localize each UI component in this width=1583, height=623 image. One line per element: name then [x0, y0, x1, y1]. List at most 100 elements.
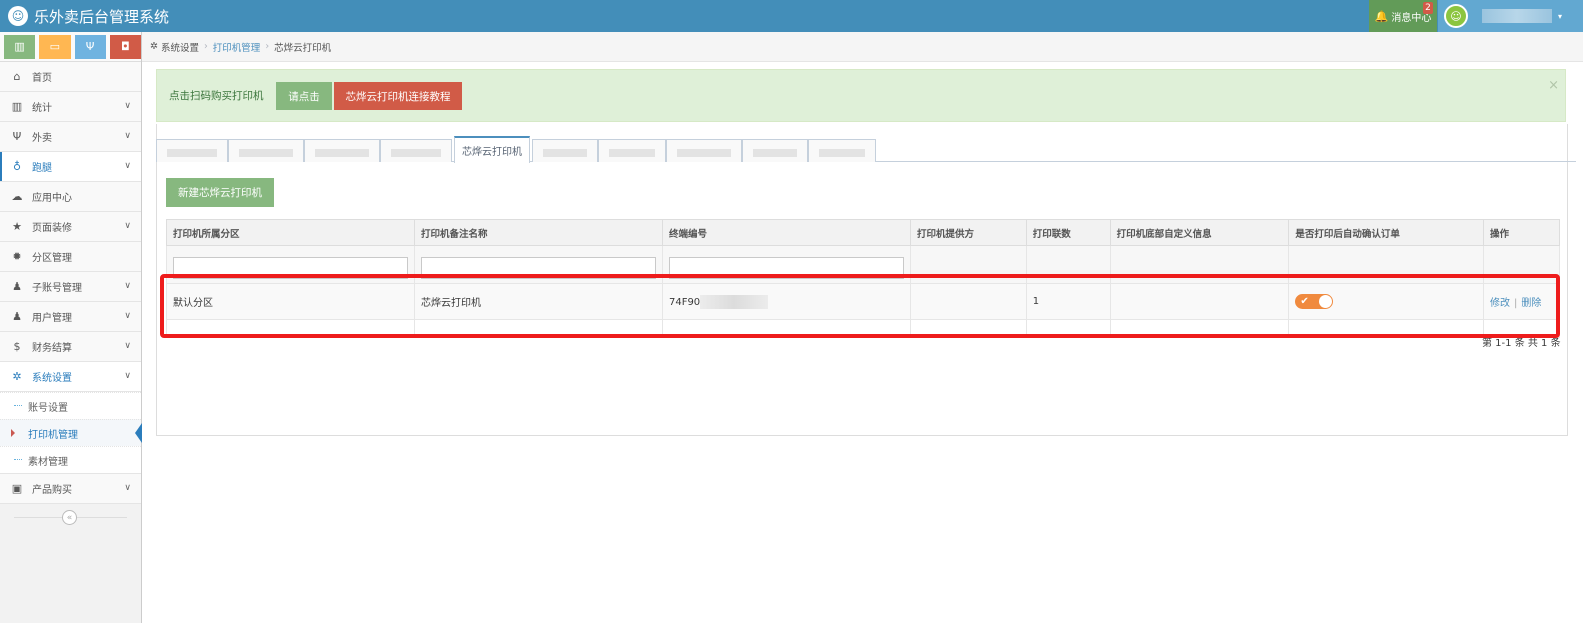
- sidebar-item-label: 分区管理: [32, 253, 72, 264]
- app-title: 乐外卖后台管理系统: [34, 7, 170, 26]
- tab-redacted-9[interactable]: [808, 139, 876, 162]
- home-icon: ⌂: [13, 70, 21, 83]
- sidebar-item-label: 外卖: [32, 133, 52, 144]
- sidebar-item-label: 子账号管理: [32, 283, 82, 294]
- bell-icon: 🔔: [1374, 9, 1389, 23]
- sidebar-item-label: 用户管理: [32, 313, 72, 324]
- sidebar-collapse-bar: «: [0, 504, 141, 530]
- message-count-badge: 2: [1423, 2, 1433, 14]
- printer-tabs: 芯烨云打印机: [156, 126, 1576, 163]
- shopping-bag-icon[interactable]: ◘: [109, 34, 141, 59]
- submenu-item-account-settings[interactable]: 账号设置: [0, 392, 141, 419]
- system-settings-submenu: 账号设置 打印机管理 素材管理: [0, 392, 142, 474]
- submenu-item-printer-mgmt[interactable]: 打印机管理: [0, 419, 142, 446]
- chevron-down-icon: ∨: [124, 371, 131, 381]
- tab-xinye-cloud-printer[interactable]: 芯烨云打印机: [454, 136, 530, 163]
- sidebar-item-label: 页面装修: [32, 223, 72, 234]
- sidebar-item-takeout[interactable]: Ψ 外卖 ∨: [0, 122, 141, 152]
- bar-chart-icon[interactable]: ▥: [4, 34, 36, 59]
- chevron-down-icon: ∨: [124, 221, 131, 231]
- sidebar-item-errand[interactable]: ♁ 跑腿 ∨: [0, 152, 141, 182]
- tab-redacted-4[interactable]: [380, 139, 452, 162]
- tab-redacted-3[interactable]: [304, 139, 380, 162]
- submenu-item-materials[interactable]: 素材管理: [0, 446, 141, 473]
- new-printer-button[interactable]: 新建芯烨云打印机: [166, 178, 274, 207]
- sidebar-item-system-settings[interactable]: ✲ 系统设置 ∨: [0, 362, 141, 392]
- cog-icon: ✲: [150, 41, 158, 52]
- dotted-line: [14, 459, 22, 460]
- col-copies[interactable]: 打印联数: [1025, 219, 1111, 246]
- tab-redacted-1[interactable]: [156, 139, 228, 162]
- dotted-line: [14, 405, 22, 406]
- col-actions: 操作: [1483, 219, 1560, 246]
- main-content: 点击扫码购买打印机 请点击 芯烨云打印机连接教程 × 芯烨云打印机 新建芯烨云打…: [142, 62, 1583, 623]
- sidebar-item-label: 统计: [32, 103, 52, 114]
- active-pointer-icon: [135, 423, 142, 443]
- col-provider[interactable]: 打印机提供方: [909, 219, 1027, 246]
- col-footer[interactable]: 打印机底部自定义信息: [1109, 219, 1290, 246]
- highlight-box: [160, 274, 1560, 338]
- user-menu[interactable]: ☺ ▾: [1438, 0, 1583, 32]
- chevron-down-icon: ▾: [1558, 11, 1563, 21]
- col-auto-confirm[interactable]: 是否打印后自动确认订单: [1288, 219, 1485, 246]
- tutorial-button[interactable]: 芯烨云打印机连接教程: [334, 82, 462, 110]
- message-center-button[interactable]: 🔔 消息中心 2: [1369, 0, 1437, 32]
- tab-redacted-5[interactable]: [532, 139, 598, 162]
- chevron-down-icon: ∨: [124, 483, 131, 493]
- user-icon: ♟: [12, 280, 22, 293]
- breadcrumb: ✲ 系统设置 › 打印机管理 › 芯烨云打印机: [142, 32, 1583, 62]
- sidebar-item-label: 财务结算: [32, 343, 72, 354]
- sidebar-item-user-mgmt[interactable]: ♟ 用户管理 ∨: [0, 302, 141, 332]
- tab-redacted-8[interactable]: [742, 139, 808, 162]
- chevron-down-icon: ∨: [124, 281, 131, 291]
- cutlery-icon[interactable]: Ψ: [74, 34, 106, 59]
- users-icon: ♟: [12, 310, 22, 323]
- col-name[interactable]: 打印机备注名称: [413, 219, 663, 246]
- sidebar-item-finance[interactable]: $ 财务结算 ∨: [0, 332, 141, 362]
- sidebar-item-sub-account[interactable]: ♟ 子账号管理 ∨: [0, 272, 141, 302]
- desktop-icon[interactable]: ▭: [39, 34, 71, 59]
- breadcrumb-current: 芯烨云打印机: [274, 42, 332, 54]
- redaction-mask: [426, 126, 926, 134]
- sidebar-item-home[interactable]: ⌂ 首页: [0, 62, 141, 92]
- bar-chart-icon: ▥: [11, 100, 23, 113]
- breadcrumb-home[interactable]: 系统设置: [161, 40, 199, 54]
- sidebar-item-product-purchase[interactable]: ▣ 产品购买 ∨: [0, 474, 141, 504]
- brand[interactable]: ☺ 乐外卖后台管理系统: [8, 4, 169, 28]
- click-here-button[interactable]: 请点击: [276, 82, 332, 110]
- col-code[interactable]: 终端编号: [661, 219, 911, 246]
- double-chevron-left-icon[interactable]: «: [62, 510, 77, 525]
- avatar: ☺: [1444, 4, 1468, 28]
- table-header-row: 打印机所属分区 打印机备注名称 终端编号 打印机提供方 打印联数 打印机底部自定…: [166, 219, 1560, 246]
- close-icon[interactable]: ×: [1548, 78, 1559, 93]
- caret-right-icon: [11, 429, 15, 437]
- sidebar-item-label: 跑腿: [32, 163, 52, 174]
- sidebar-item-app-center[interactable]: ☁ 应用中心: [0, 182, 141, 212]
- smile-logo-icon: ☺: [8, 6, 28, 26]
- col-zone[interactable]: 打印机所属分区: [166, 219, 415, 246]
- sidebar-item-stats[interactable]: ▥ 统计 ∨: [0, 92, 141, 122]
- briefcase-icon: ▣: [11, 482, 23, 495]
- breadcrumb-separator: ›: [203, 41, 208, 52]
- user-name-redacted: [1482, 9, 1552, 23]
- purchase-alert: 点击扫码购买打印机 请点击 芯烨云打印机连接教程 ×: [156, 69, 1566, 122]
- cloud-icon: ☁: [11, 190, 23, 203]
- cog-icon: ✲: [12, 370, 22, 383]
- submenu-item-label: 素材管理: [28, 456, 68, 468]
- gear-icon: ✹: [12, 250, 22, 263]
- submenu-item-label: 账号设置: [28, 402, 68, 414]
- sidebar-item-zone-mgmt[interactable]: ✹ 分区管理: [0, 242, 141, 272]
- breadcrumb-link-printer-mgmt[interactable]: 打印机管理: [213, 40, 261, 54]
- sidebar-item-label: 系统设置: [32, 373, 72, 384]
- star-icon: ★: [12, 220, 22, 233]
- sidebar-item-page-decor[interactable]: ★ 页面装修 ∨: [0, 212, 141, 242]
- bicycle-icon: ♁: [12, 160, 22, 173]
- chevron-down-icon: ∨: [124, 311, 131, 321]
- tab-redacted-7[interactable]: [666, 139, 742, 162]
- tab-redacted-6[interactable]: [598, 139, 666, 162]
- tab-redacted-2[interactable]: [228, 139, 304, 162]
- dollar-icon: $: [13, 340, 21, 353]
- top-navbar: ☺ 乐外卖后台管理系统 🔔 消息中心 2 ☺ ▾: [0, 0, 1583, 32]
- sidebar-item-label: 产品购买: [32, 485, 72, 496]
- chevron-down-icon: ∨: [124, 341, 131, 351]
